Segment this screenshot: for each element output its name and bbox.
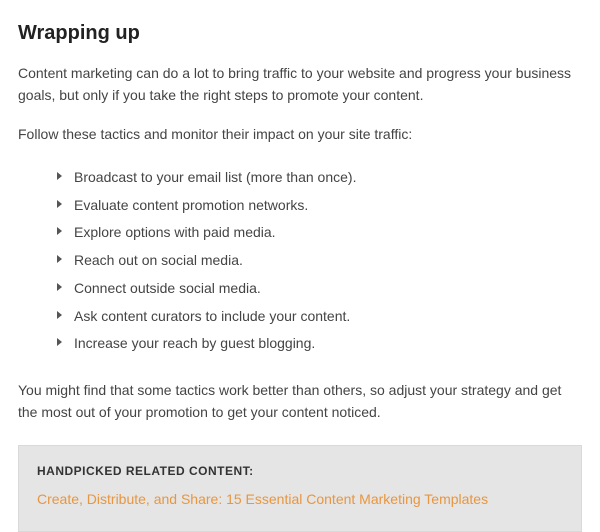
list-item: Reach out on social media. [56,247,582,275]
list-item-label: Ask content curators to include your con… [74,308,350,324]
list-item: Evaluate content promotion networks. [56,192,582,220]
arrow-right-icon [56,308,66,322]
arrow-right-icon [56,252,66,266]
tactics-list: Broadcast to your email list (more than … [18,164,582,358]
list-item: Broadcast to your email list (more than … [56,164,582,192]
list-item: Ask content curators to include your con… [56,303,582,331]
arrow-right-icon [56,224,66,238]
arrow-right-icon [56,280,66,294]
related-content-link[interactable]: Create, Distribute, and Share: 15 Essent… [37,491,488,507]
arrow-right-icon [56,197,66,211]
intro-paragraph-2: Follow these tactics and monitor their i… [18,124,582,146]
related-content-title: HANDPICKED RELATED CONTENT: [37,462,563,481]
list-item-label: Increase your reach by guest blogging. [74,335,315,351]
intro-paragraph-1: Content marketing can do a lot to bring … [18,63,582,106]
list-item: Connect outside social media. [56,275,582,303]
related-content-box: HANDPICKED RELATED CONTENT: Create, Dist… [18,445,582,531]
list-item-label: Explore options with paid media. [74,224,276,240]
closing-paragraph: You might find that some tactics work be… [18,380,582,423]
list-item-label: Connect outside social media. [74,280,261,296]
list-item: Explore options with paid media. [56,219,582,247]
list-item: Increase your reach by guest blogging. [56,330,582,358]
list-item-label: Reach out on social media. [74,252,243,268]
section-heading: Wrapping up [18,18,582,49]
arrow-right-icon [56,335,66,349]
list-item-label: Evaluate content promotion networks. [74,197,308,213]
arrow-right-icon [56,169,66,183]
list-item-label: Broadcast to your email list (more than … [74,169,356,185]
